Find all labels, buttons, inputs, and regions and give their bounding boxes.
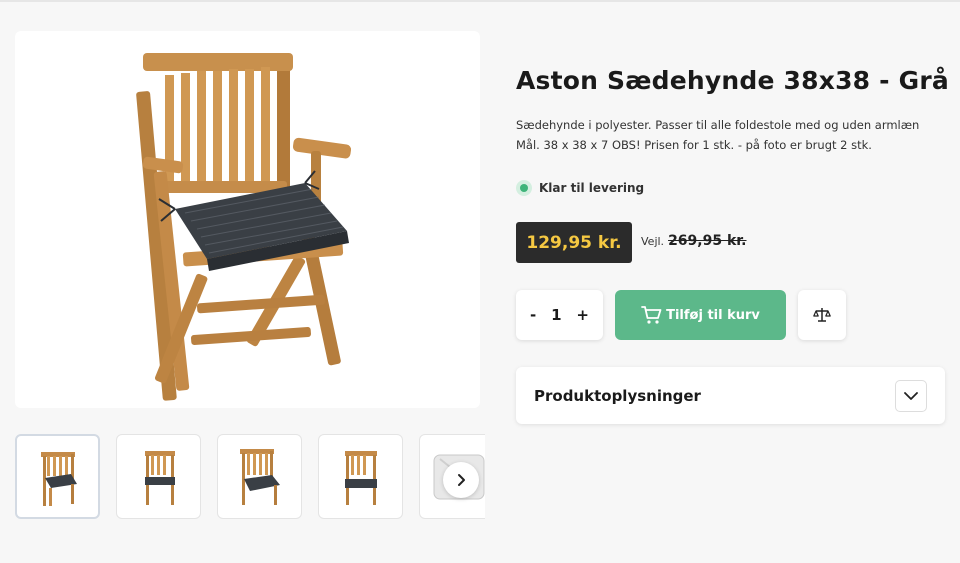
top-divider — [0, 0, 960, 2]
quantity-decrease-button[interactable]: - — [530, 306, 536, 324]
compare-button[interactable] — [798, 290, 846, 340]
recommended-price: Vejl. 269,95 kr. — [641, 233, 747, 249]
product-info-accordion[interactable]: Produktoplysninger — [516, 367, 945, 424]
thumbnail-4[interactable] — [318, 434, 403, 519]
stock-status: Klar til levering — [516, 180, 644, 196]
accordion-toggle-button[interactable] — [895, 379, 927, 412]
chair-thumbnail — [41, 452, 77, 506]
thumbnail-strip — [15, 434, 485, 520]
accordion-label: Produktoplysninger — [534, 386, 701, 405]
chair-thumbnail — [240, 449, 280, 505]
quantity-value[interactable]: 1 — [551, 306, 561, 324]
main-product-image[interactable] — [15, 31, 480, 408]
thumbnail-3[interactable] — [217, 434, 302, 519]
add-to-cart-label: Tilføj til kurv — [666, 307, 760, 323]
chevron-right-icon — [458, 474, 465, 486]
quantity-increase-button[interactable]: + — [576, 306, 589, 324]
price-value: 129,95 kr. — [526, 232, 622, 253]
rrp-label: Vejl. — [641, 235, 665, 248]
quantity-stepper: - 1 + — [516, 290, 603, 340]
add-to-cart-button[interactable]: Tilføj til kurv — [615, 290, 786, 340]
chair-illustration — [136, 53, 352, 401]
price-badge: 129,95 kr. — [516, 222, 632, 263]
stock-status-label: Klar til levering — [539, 181, 645, 195]
product-description: Sædehynde i polyester. Passer til alle f… — [516, 118, 920, 152]
scale-icon — [813, 308, 831, 322]
thumbnail-next-button[interactable] — [443, 462, 479, 498]
cart-icon — [641, 306, 662, 324]
in-stock-dot-icon — [516, 180, 532, 196]
chevron-down-icon — [904, 391, 918, 400]
chair-thumbnail — [345, 451, 377, 505]
chair-thumbnail — [145, 451, 175, 505]
rrp-value: 269,95 kr. — [668, 233, 747, 249]
thumbnail-1[interactable] — [15, 434, 100, 519]
thumbnail-2[interactable] — [116, 434, 201, 519]
product-title: Aston Sædehynde 38x38 - Grå — [516, 66, 949, 95]
